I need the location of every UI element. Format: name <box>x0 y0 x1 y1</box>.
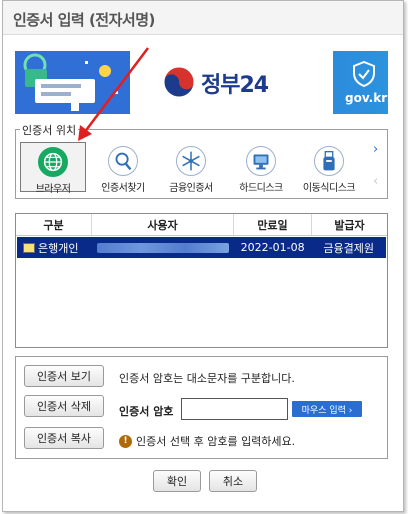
exclamation-icon: ! <box>119 434 132 448</box>
dialog-title: 인증서 입력 (전자서명) <box>3 1 403 35</box>
magnifier-icon <box>108 146 138 176</box>
usb-drive-icon <box>314 146 344 176</box>
cert-dialog: 인증서 입력 (전자서명) 정부24 gov.kr 인증서 위치 브라우저 인증… <box>2 0 404 512</box>
cert-location-group: 인증서 위치 브라우저 인증서찾기 금융인증서 하드디스크 이동식디스크 › ‹ <box>15 122 388 199</box>
password-label: 인증서 암호 <box>119 405 174 418</box>
location-hard-disk[interactable]: 하드디스크 <box>228 142 294 194</box>
location-financial-cert-label: 금융인증서 <box>169 183 213 194</box>
location-removable-disk-label: 이동식디스크 <box>302 183 356 194</box>
cell-type-text: 은행개인 <box>38 241 79 255</box>
delete-cert-button[interactable]: 인증서 삭제 <box>24 395 104 417</box>
location-browser-label: 브라우저 <box>35 184 71 195</box>
header-expiry[interactable]: 만료일 <box>234 214 312 235</box>
ok-button[interactable]: 확인 <box>153 470 201 492</box>
header-issuer[interactable]: 발급자 <box>312 214 387 235</box>
gov-kr-domain: gov.kr <box>345 91 388 105</box>
location-hard-disk-label: 하드디스크 <box>239 183 283 194</box>
location-find-cert[interactable]: 인증서찾기 <box>90 142 156 194</box>
cell-issuer: 금융결제원 <box>323 241 374 255</box>
cert-location-legend: 인증서 위치 <box>20 122 79 138</box>
location-financial-cert[interactable]: 금융인증서 <box>158 142 224 194</box>
cell-type: 은행개인 <box>17 237 93 258</box>
copy-cert-button[interactable]: 인증서 복사 <box>24 427 104 449</box>
cert-table: 구분 사용자 만료일 발급자 은행개인 2022-01-08 금융결제원 <box>15 213 388 348</box>
location-removable-disk[interactable]: 이동식디스크 <box>296 142 362 194</box>
unlock-illustration-icon <box>15 51 130 114</box>
password-warning: ! 인증서 선택 후 암호를 입력하세요. <box>119 433 295 449</box>
case-sensitive-info: 인증서 암호는 대소문자를 구분합니다. <box>119 372 295 385</box>
password-input[interactable] <box>181 398 288 420</box>
password-panel: 인증서 보기 인증서 삭제 인증서 복사 인증서 암호는 대소문자를 구분합니다… <box>15 356 388 459</box>
certificate-icon <box>23 242 35 253</box>
globe-icon <box>38 147 68 177</box>
header-user[interactable]: 사용자 <box>92 214 234 235</box>
chevron-right-icon[interactable]: › <box>373 142 383 157</box>
user-name-redacted <box>97 242 230 253</box>
mouse-input-button[interactable]: 마우스 입력 › <box>292 401 362 417</box>
chevron-left-icon[interactable]: ‹ <box>373 174 383 189</box>
cell-expiry: 2022-01-08 <box>240 241 305 254</box>
location-browser[interactable]: 브라우저 <box>20 142 86 195</box>
table-header: 구분 사용자 만료일 발급자 <box>16 214 387 236</box>
view-cert-button[interactable]: 인증서 보기 <box>24 365 104 387</box>
taegeuk-logo-icon <box>163 66 195 98</box>
snowflake-icon <box>176 146 206 176</box>
cancel-button[interactable]: 취소 <box>209 470 257 492</box>
cell-user <box>93 237 234 258</box>
shield-check-icon <box>353 61 375 87</box>
table-row[interactable]: 은행개인 2022-01-08 금융결제원 <box>17 237 386 258</box>
header-type[interactable]: 구분 <box>16 214 92 235</box>
password-warning-text: 인증서 선택 후 암호를 입력하세요. <box>136 435 296 448</box>
location-find-cert-label: 인증서찾기 <box>101 183 145 194</box>
monitor-icon <box>246 146 276 176</box>
gov24-name: 정부24 <box>201 73 269 98</box>
gov24-banner: 정부24 gov.kr <box>15 51 388 114</box>
